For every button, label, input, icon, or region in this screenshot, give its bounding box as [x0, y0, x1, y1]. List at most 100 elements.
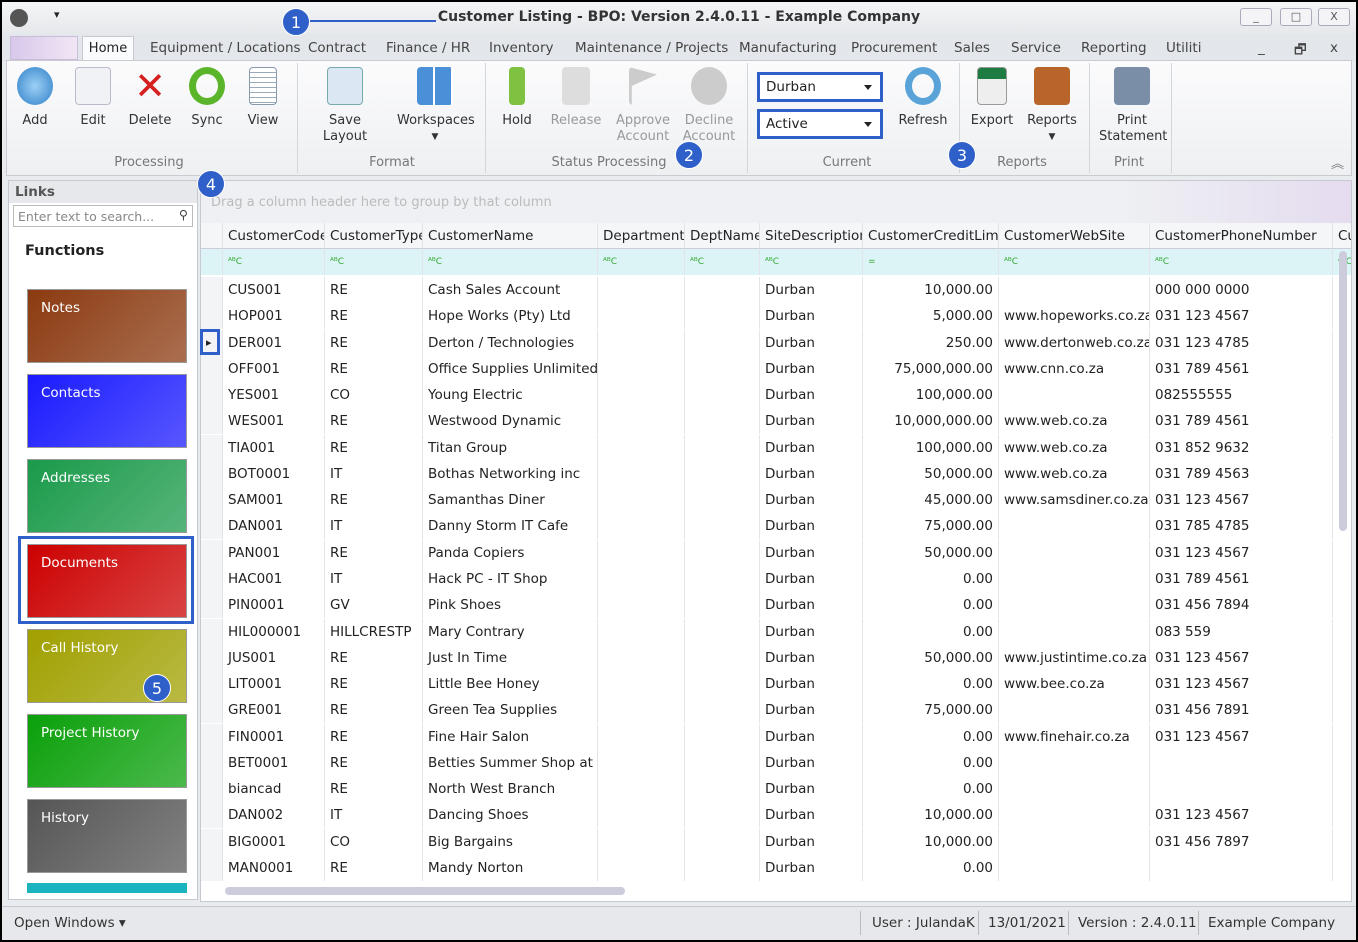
application-menu-button[interactable]: [10, 36, 78, 60]
tab-manufacturing[interactable]: Manufacturing: [739, 40, 837, 56]
tab-contract[interactable]: Contract: [308, 40, 366, 56]
table-cell[interactable]: [598, 671, 685, 698]
table-cell[interactable]: [598, 382, 685, 409]
table-cell[interactable]: RE: [325, 697, 423, 724]
table-cell[interactable]: PIN0001: [223, 592, 325, 619]
filter-cell[interactable]: ᴬᴮC: [325, 249, 423, 275]
table-cell[interactable]: RE: [325, 723, 423, 750]
tab-equipment[interactable]: Equipment / Locations: [150, 40, 301, 56]
table-cell[interactable]: [598, 749, 685, 776]
table-cell[interactable]: RE: [325, 329, 423, 356]
column-header[interactable]: Department: [598, 223, 685, 249]
table-cell[interactable]: Durban: [760, 671, 863, 698]
table-cell[interactable]: [999, 513, 1150, 540]
approve-account-button[interactable]: Approve Account: [615, 67, 671, 145]
table-cell[interactable]: [999, 539, 1150, 566]
column-header[interactable]: CustomerWebSite: [999, 223, 1150, 249]
table-cell[interactable]: Durban: [760, 802, 863, 829]
table-cell[interactable]: 031 123 4785: [1150, 329, 1333, 356]
table-cell[interactable]: Durban: [760, 644, 863, 671]
table-cell[interactable]: GRE001: [223, 697, 325, 724]
table-cell[interactable]: Little Bee Honey: [423, 671, 598, 698]
table-cell[interactable]: [685, 776, 760, 803]
table-cell[interactable]: [999, 697, 1150, 724]
table-cell[interactable]: [685, 802, 760, 829]
table-cell[interactable]: CO: [325, 382, 423, 409]
table-cell[interactable]: [999, 749, 1150, 776]
table-cell[interactable]: www.web.co.za: [999, 434, 1150, 461]
table-cell[interactable]: [685, 460, 760, 487]
table-cell[interactable]: 0.00: [863, 749, 999, 776]
table-cell[interactable]: [685, 671, 760, 698]
vertical-scrollbar[interactable]: [1339, 251, 1347, 531]
table-cell[interactable]: 10,000.00: [863, 828, 999, 855]
table-cell[interactable]: 50,000.00: [863, 539, 999, 566]
table-cell[interactable]: Mandy Norton: [423, 854, 598, 881]
table-cell[interactable]: Durban: [760, 828, 863, 855]
table-cell[interactable]: RE: [325, 277, 423, 303]
table-cell[interactable]: 0.00: [863, 592, 999, 619]
table-cell[interactable]: www.samsdiner.co.za: [999, 487, 1150, 514]
row-indicator[interactable]: [201, 776, 223, 803]
table-cell[interactable]: 0.00: [863, 854, 999, 881]
table-cell[interactable]: Dancing Shoes: [423, 802, 598, 829]
table-cell[interactable]: [598, 487, 685, 514]
table-cell[interactable]: Big Bargains: [423, 828, 598, 855]
row-indicator[interactable]: [201, 697, 223, 724]
row-indicator[interactable]: [201, 460, 223, 487]
tile-project-history[interactable]: Project History: [27, 714, 187, 788]
table-cell[interactable]: [598, 460, 685, 487]
mdi-minimize-button[interactable]: _: [1258, 40, 1265, 56]
table-cell[interactable]: MAN0001: [223, 854, 325, 881]
tab-maintenance[interactable]: Maintenance / Projects: [575, 40, 728, 56]
table-cell[interactable]: DAN002: [223, 802, 325, 829]
column-header[interactable]: CustomerCreditLimit: [863, 223, 999, 249]
column-header[interactable]: Cu: [1333, 223, 1351, 249]
table-cell[interactable]: Pink Shoes: [423, 592, 598, 619]
table-cell[interactable]: [999, 776, 1150, 803]
table-cell[interactable]: [685, 329, 760, 356]
table-cell[interactable]: [598, 539, 685, 566]
row-indicator[interactable]: [201, 828, 223, 855]
row-indicator[interactable]: [201, 723, 223, 750]
table-cell[interactable]: CUS001: [223, 277, 325, 303]
table-cell[interactable]: [685, 592, 760, 619]
table-cell[interactable]: GV: [325, 592, 423, 619]
table-cell[interactable]: [685, 644, 760, 671]
table-cell[interactable]: Durban: [760, 277, 863, 303]
table-cell[interactable]: SAM001: [223, 487, 325, 514]
table-cell[interactable]: HIL000001: [223, 618, 325, 645]
table-cell[interactable]: [598, 408, 685, 435]
table-cell[interactable]: 031 123 4567: [1150, 723, 1333, 750]
row-indicator[interactable]: [201, 565, 223, 592]
table-cell[interactable]: 50,000.00: [863, 460, 999, 487]
collapse-ribbon-icon[interactable]: ︽: [1331, 153, 1344, 172]
filter-cell[interactable]: ᴬᴮC: [685, 249, 760, 275]
table-cell[interactable]: Just In Time: [423, 644, 598, 671]
table-cell[interactable]: Durban: [760, 434, 863, 461]
table-cell[interactable]: [685, 355, 760, 382]
table-cell[interactable]: [598, 644, 685, 671]
row-indicator[interactable]: [201, 434, 223, 461]
table-cell[interactable]: [598, 513, 685, 540]
table-cell[interactable]: 031 852 9632: [1150, 434, 1333, 461]
table-cell[interactable]: 031 456 7891: [1150, 697, 1333, 724]
table-cell[interactable]: [999, 565, 1150, 592]
table-cell[interactable]: [598, 618, 685, 645]
column-header[interactable]: CustomerPhoneNumber: [1150, 223, 1333, 249]
table-cell[interactable]: [598, 802, 685, 829]
table-cell[interactable]: Betties Summer Shop at t...: [423, 749, 598, 776]
tile-partial[interactable]: [27, 883, 187, 893]
table-cell[interactable]: [1150, 854, 1333, 881]
table-cell[interactable]: RE: [325, 854, 423, 881]
table-cell[interactable]: North West Branch: [423, 776, 598, 803]
table-cell[interactable]: Bothas Networking inc: [423, 460, 598, 487]
filter-cell[interactable]: =: [863, 249, 999, 275]
table-cell[interactable]: 031 123 4567: [1150, 644, 1333, 671]
table-cell[interactable]: Titan Group: [423, 434, 598, 461]
table-cell[interactable]: DER001: [223, 329, 325, 356]
table-cell[interactable]: YES001: [223, 382, 325, 409]
table-cell[interactable]: RE: [325, 539, 423, 566]
table-cell[interactable]: [685, 618, 760, 645]
table-cell[interactable]: WES001: [223, 408, 325, 435]
